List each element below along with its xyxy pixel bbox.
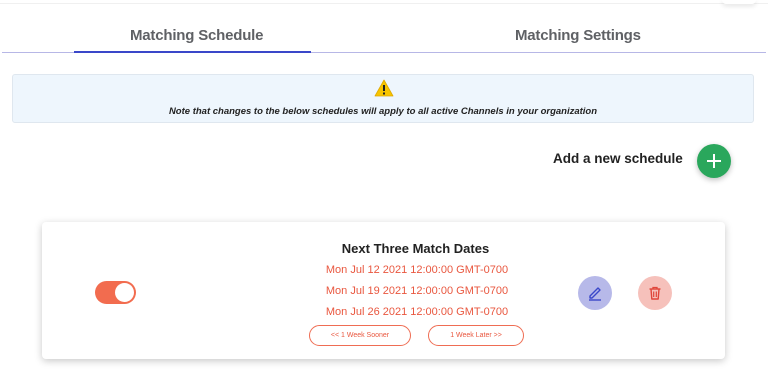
- week-sooner-button[interactable]: << 1 Week Sooner: [309, 325, 411, 346]
- top-divider: [0, 3, 768, 4]
- warning-icon: [374, 79, 394, 97]
- delete-schedule-button[interactable]: [638, 276, 672, 310]
- active-tab-indicator: [74, 51, 311, 53]
- notice-text: Note that changes to the below schedules…: [168, 106, 598, 117]
- match-dates-title: Next Three Match Dates: [341, 241, 490, 256]
- notice-banner: Note that changes to the below schedules…: [12, 74, 754, 123]
- add-schedule-label: Add a new schedule: [553, 151, 683, 166]
- add-schedule-button[interactable]: [697, 144, 731, 178]
- pencil-icon: [589, 287, 601, 301]
- week-later-button[interactable]: 1 Week Later >>: [428, 325, 524, 346]
- schedule-card: Next Three Match Dates Mon Jul 12 2021 1…: [42, 222, 725, 359]
- tab-matching-settings[interactable]: Matching Settings: [515, 27, 641, 44]
- match-date: Mon Jul 12 2021 12:00:00 GMT-0700: [325, 264, 509, 276]
- trash-icon: [649, 286, 661, 300]
- menu-tab-edge: [722, 0, 756, 4]
- plus-icon: [707, 154, 721, 168]
- edit-schedule-button[interactable]: [578, 276, 612, 310]
- tab-matching-schedule[interactable]: Matching Schedule: [130, 27, 263, 44]
